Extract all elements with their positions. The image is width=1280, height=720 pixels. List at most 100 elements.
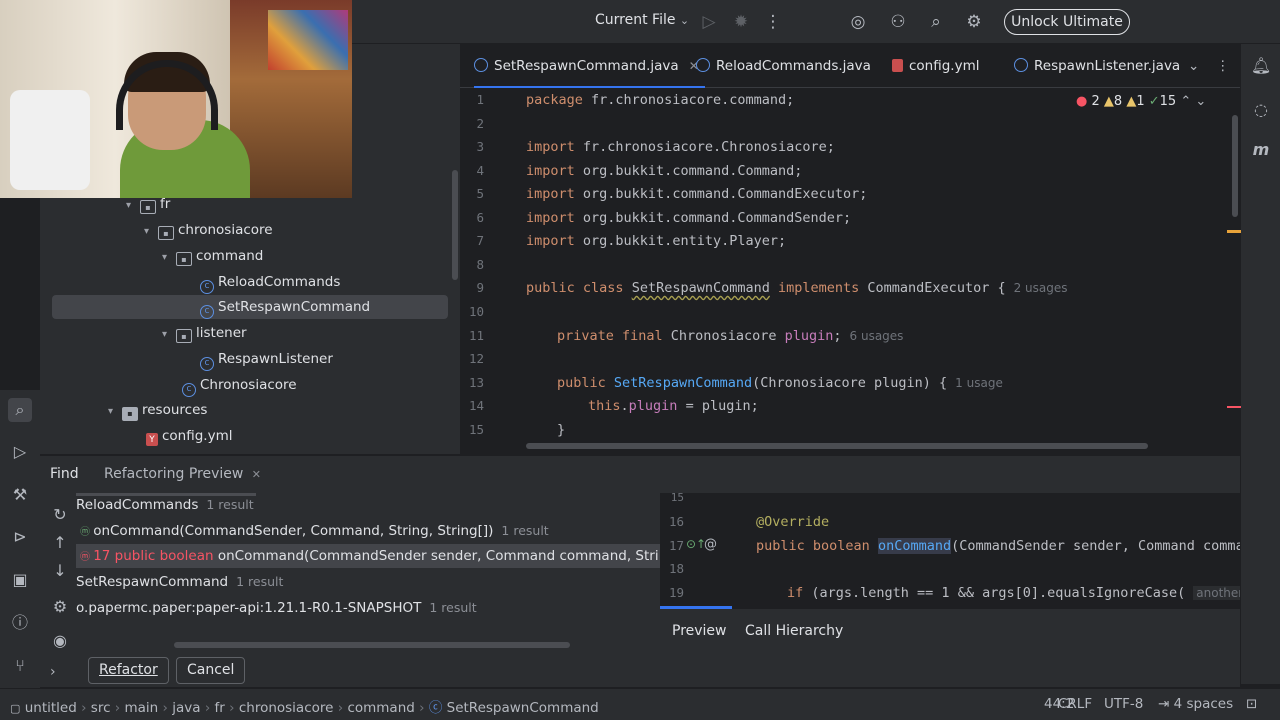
code-editor[interactable]: ● 2 ▲8 ▲1 ✓15 ⌃ ⌄ 1 package fr.chronosia… [460,88,1240,450]
usage-preview-pane[interactable]: 15 16 @Override 17 ⊙↑ @ public boolean o… [660,493,1240,609]
tab-setrespawncommand[interactable]: SetRespawnCommand.java ✕ [474,44,705,88]
line-ending[interactable]: CRLF [1058,696,1092,712]
run-tool-icon[interactable]: ▷ [8,440,32,464]
tab-find[interactable]: Find [50,466,79,482]
tree-item-command[interactable]: ▾ ▪ command [162,244,263,268]
tabs-overflow-icon[interactable]: ⌄ [1188,44,1199,88]
weak-warning-icon: ▲ [1126,94,1137,109]
result-label: o.papermc.paper:paper-api:1.21.1-R0.1-SN… [76,600,422,616]
tab-refactoring-preview[interactable]: Refactoring Preview ✕ [104,466,261,482]
settings-gear-icon[interactable]: ⚙ [48,595,72,619]
tree-item-respawnlistener[interactable]: c RespawnListener [200,347,333,371]
settings-gear-icon[interactable]: ⚙ [962,10,986,34]
tab-respawnlistener[interactable]: RespawnListener.java [1014,44,1180,88]
result-count: 1 result [501,523,549,538]
git-tool-icon[interactable]: ⑂ [8,654,32,678]
annotation: @Override [756,514,830,530]
warning-marker[interactable] [1227,230,1241,233]
breadcrumb-item[interactable]: src [91,700,111,716]
breadcrumb-item[interactable]: fr [215,700,225,716]
code-text: } [557,422,566,438]
breadcrumb-item[interactable]: java [172,700,200,716]
run-icon[interactable]: ▷ [697,10,721,34]
refactor-button[interactable]: Refactor [88,657,169,684]
result-group[interactable]: SetRespawnCommand 1 result [76,574,283,590]
line-number: 13 [468,375,484,390]
notifications-icon[interactable]: 🔔︎ [1249,54,1273,78]
tab-preview[interactable]: Preview [672,623,727,639]
breadcrumb-item[interactable]: main [125,700,159,716]
indent-icon: ⇥ [1158,696,1170,712]
results-horizontal-scrollbar[interactable] [174,642,570,648]
chevron-up-icon[interactable]: ⌃ [1180,94,1191,109]
read-only-lock-icon[interactable]: ⊡ [1246,696,1257,712]
tree-item-label: ReloadCommands [218,274,341,290]
editor-vertical-scrollbar[interactable] [1232,115,1238,217]
tree-item-chronosiacore-class[interactable]: c Chronosiacore [182,373,297,397]
editor-horizontal-scrollbar[interactable] [526,443,1148,449]
find-tool-icon[interactable]: ⌕ [8,398,32,422]
tree-item-reloadcommands[interactable]: c ReloadCommands [200,270,340,294]
result-library[interactable]: o.papermc.paper:paper-api:1.21.1-R0.1-SN… [76,600,477,616]
result-group[interactable]: ReloadCommands 1 result [76,497,254,513]
more-tabs-icon[interactable]: ⋮ [1216,44,1230,88]
code-text: fr.chronosiacore.Chronosiacore; [574,139,835,155]
cancel-button[interactable]: Cancel [176,657,246,684]
debug-icon[interactable]: ✹ [729,10,753,34]
tree-item-config-yml[interactable]: Yconfig.yml [146,424,233,448]
close-icon[interactable]: ✕ [252,468,261,481]
indent-setting[interactable]: ⇥ 4 spaces [1158,696,1233,712]
preview-eye-icon[interactable]: ◉ [48,629,72,653]
class-icon: ⓒ [428,700,443,716]
tab-reloadcommands[interactable]: ReloadCommands.java [696,44,871,88]
inspections-widget[interactable]: ● 2 ▲8 ▲1 ✓15 ⌃ ⌄ [1076,94,1206,109]
ai-chat-icon[interactable]: ◌ [1249,98,1273,122]
result-usage-line[interactable]: ⓜ 17 public boolean onCommand(CommandSen… [80,548,658,564]
at-gutter-icon: @ [704,537,717,552]
breadcrumb-item[interactable]: SetRespawnCommand [447,700,599,716]
error-marker[interactable] [1227,406,1241,408]
tree-item-listener[interactable]: ▾ ▪ listener [162,321,247,345]
breadcrumb-item[interactable]: chronosiacore [239,700,334,716]
package-icon: ▪ [158,226,174,240]
tree-item-resources[interactable]: ▾ ▪ resources [108,398,207,422]
breadcrumb-item[interactable]: command [347,700,414,716]
tab-label: SetRespawnCommand.java [494,58,679,74]
arrow-down-icon[interactable]: ↓ [48,559,72,583]
tree-item-label: command [196,248,264,264]
terminal-tool-icon[interactable]: ▣ [8,568,32,592]
tree-item-setrespawncommand[interactable]: c SetRespawnCommand [200,295,370,319]
search-icon[interactable]: ⌕ [924,10,948,34]
keyword: package [526,92,583,108]
more-actions-icon[interactable]: ⋮ [761,10,785,34]
indent-label: 4 spaces [1173,696,1234,712]
tab-config-yml[interactable]: config.yml [892,44,980,88]
chevron-right-icon[interactable]: › [50,664,56,680]
unlock-ultimate-button[interactable]: Unlock Ultimate [1004,9,1130,35]
arrow-up-icon[interactable]: ↑ [48,531,72,555]
result-method[interactable]: ⓜ onCommand(CommandSender, Command, Stri… [80,523,549,539]
maven-icon[interactable]: m [1249,138,1273,162]
method-icon: ⓜ [80,552,94,563]
tree-scrollbar[interactable] [452,170,458,280]
breadcrumb-item[interactable]: untitled [25,700,77,716]
weak-warning-count: 1 [1136,94,1145,109]
services-tool-icon[interactable]: ⊳ [8,525,32,549]
usages-hint[interactable]: 6 usages [850,329,904,343]
class-icon: c [200,305,214,319]
run-config-selector[interactable]: Current File ⌄ [595,12,689,28]
file-encoding[interactable]: UTF-8 [1104,696,1143,712]
tab-label: ReloadCommands.java [716,58,871,74]
rerun-icon[interactable]: ↻ [48,503,72,527]
chevron-down-icon[interactable]: ⌄ [1195,94,1206,109]
tab-label: config.yml [909,58,980,74]
tree-item-chronosiacore[interactable]: ▾ ▪ chronosiacore [144,218,273,242]
add-user-icon[interactable]: ⚇ [886,10,910,34]
tab-call-hierarchy[interactable]: Call Hierarchy [745,623,843,639]
ai-assistant-icon[interactable]: ◎ [846,10,870,34]
problems-tool-icon[interactable]: ⓘ [8,611,32,635]
usages-hint[interactable]: 2 usages [1014,281,1068,295]
class-icon [1014,58,1028,72]
usages-hint[interactable]: 1 usage [955,376,1003,390]
build-tool-icon[interactable]: ⚒ [8,483,32,507]
